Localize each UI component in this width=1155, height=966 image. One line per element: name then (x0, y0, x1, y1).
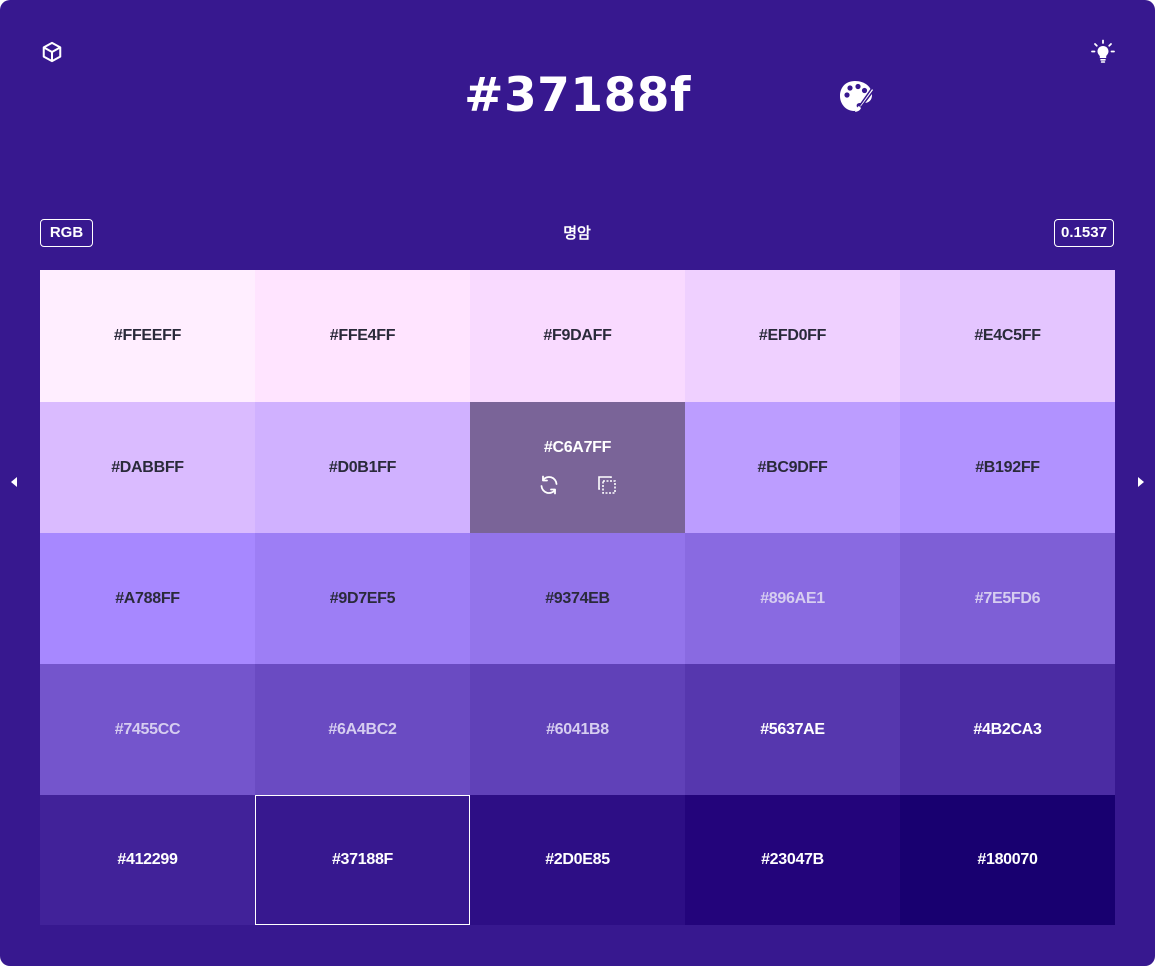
color-swatch[interactable]: #896AE1 (685, 533, 900, 664)
swatch-hex-label: #6A4BC2 (328, 720, 397, 738)
refresh-icon[interactable] (537, 473, 561, 497)
swatch-hex-label: #412299 (117, 851, 178, 868)
color-swatch[interactable]: #E4C5FF (900, 270, 1115, 402)
color-swatch[interactable]: #B192FF (900, 402, 1115, 533)
color-swatch[interactable]: #A788FF (40, 533, 255, 664)
color-swatch[interactable]: #D0B1FF (255, 402, 470, 533)
lightbulb-icon[interactable] (1090, 39, 1116, 65)
swatch-hex-label: #A788FF (115, 589, 180, 607)
swatch-hex-label: #D0B1FF (328, 458, 397, 476)
swatch-hex-label: #9374EB (545, 589, 610, 607)
color-swatch[interactable]: #5637AE (685, 664, 900, 795)
chevron-right-icon[interactable] (1134, 474, 1148, 490)
swatch-hex-label: #FFEEFF (113, 327, 182, 344)
color-swatch[interactable]: #FFEEFF (40, 270, 255, 402)
color-swatch[interactable]: #6041B8 (470, 664, 685, 795)
swatch-hex-label: #DABBFF (111, 458, 184, 476)
color-swatch[interactable]: #9374EB (470, 533, 685, 664)
swatch-hex-label: #4B2CA3 (973, 720, 1042, 738)
swatch-hex-label: #9D7EF5 (329, 589, 396, 607)
color-swatch[interactable]: #37188F (255, 795, 470, 925)
swatch-hex-label: #5637AE (760, 720, 825, 738)
chevron-left-icon[interactable] (7, 474, 21, 490)
color-swatch[interactable]: #23047B (685, 795, 900, 925)
color-swatch[interactable]: #BC9DFF (685, 402, 900, 533)
swatch-actions (537, 473, 619, 497)
swatch-hex-label: #F9DAFF (543, 327, 612, 344)
swatch-hex-label: #EFD0FF (758, 327, 827, 344)
copy-icon[interactable] (595, 473, 619, 497)
color-mode-badge[interactable]: RGB (40, 219, 93, 247)
current-hex-title: #37188f (464, 68, 691, 123)
swatch-hex-label: #23047B (761, 851, 824, 868)
swatch-hex-label: #7E5FD6 (974, 589, 1041, 607)
swatch-hex-label: #6041B8 (546, 720, 609, 738)
color-swatch[interactable]: #EFD0FF (685, 270, 900, 402)
swatch-hex-label: #2D0E85 (545, 851, 610, 868)
swatch-hex-label: #B192FF (975, 458, 1040, 476)
color-swatch[interactable]: #6A4BC2 (255, 664, 470, 795)
color-swatch[interactable]: #9D7EF5 (255, 533, 470, 664)
color-swatch[interactable]: #FFE4FF (255, 270, 470, 402)
color-swatch[interactable]: #7455CC (40, 664, 255, 795)
swatch-hex-label: #BC9DFF (757, 458, 828, 476)
color-swatch[interactable]: #7E5FD6 (900, 533, 1115, 664)
swatch-hex-label: #180070 (977, 851, 1038, 868)
swatch-grid: #FFEEFF #FFE4FF #F9DAFF #EFD0FF #E4C5FF #DABB… (40, 270, 1115, 925)
swatch-hex-label: #37188F (331, 851, 394, 868)
color-swatch[interactable]: #F9DAFF (470, 270, 685, 402)
color-swatch[interactable]: #180070 (900, 795, 1115, 925)
color-swatch[interactable]: #DABBFF (40, 402, 255, 533)
palette-icon[interactable] (837, 78, 877, 116)
shade-label: 명암 (563, 224, 591, 242)
swatch-hex-label: #896AE1 (760, 589, 825, 607)
cube-icon[interactable] (41, 41, 63, 63)
color-swatch[interactable]: #C6A7FF (470, 402, 685, 533)
swatch-hex-label: #C6A7FF (543, 438, 612, 456)
shade-value-badge[interactable]: 0.1537 (1054, 219, 1114, 247)
color-app: #37188f RGB 명암 0.1537 #FFEEFF #FFE4FF #F9D… (0, 0, 1155, 966)
swatch-hex-label: #FFE4FF (329, 327, 396, 344)
swatch-hex-label: #E4C5FF (974, 327, 1041, 344)
swatch-hex-label: #7455CC (114, 720, 181, 738)
color-swatch[interactable]: #412299 (40, 795, 255, 925)
color-swatch[interactable]: #4B2CA3 (900, 664, 1115, 795)
color-swatch[interactable]: #2D0E85 (470, 795, 685, 925)
